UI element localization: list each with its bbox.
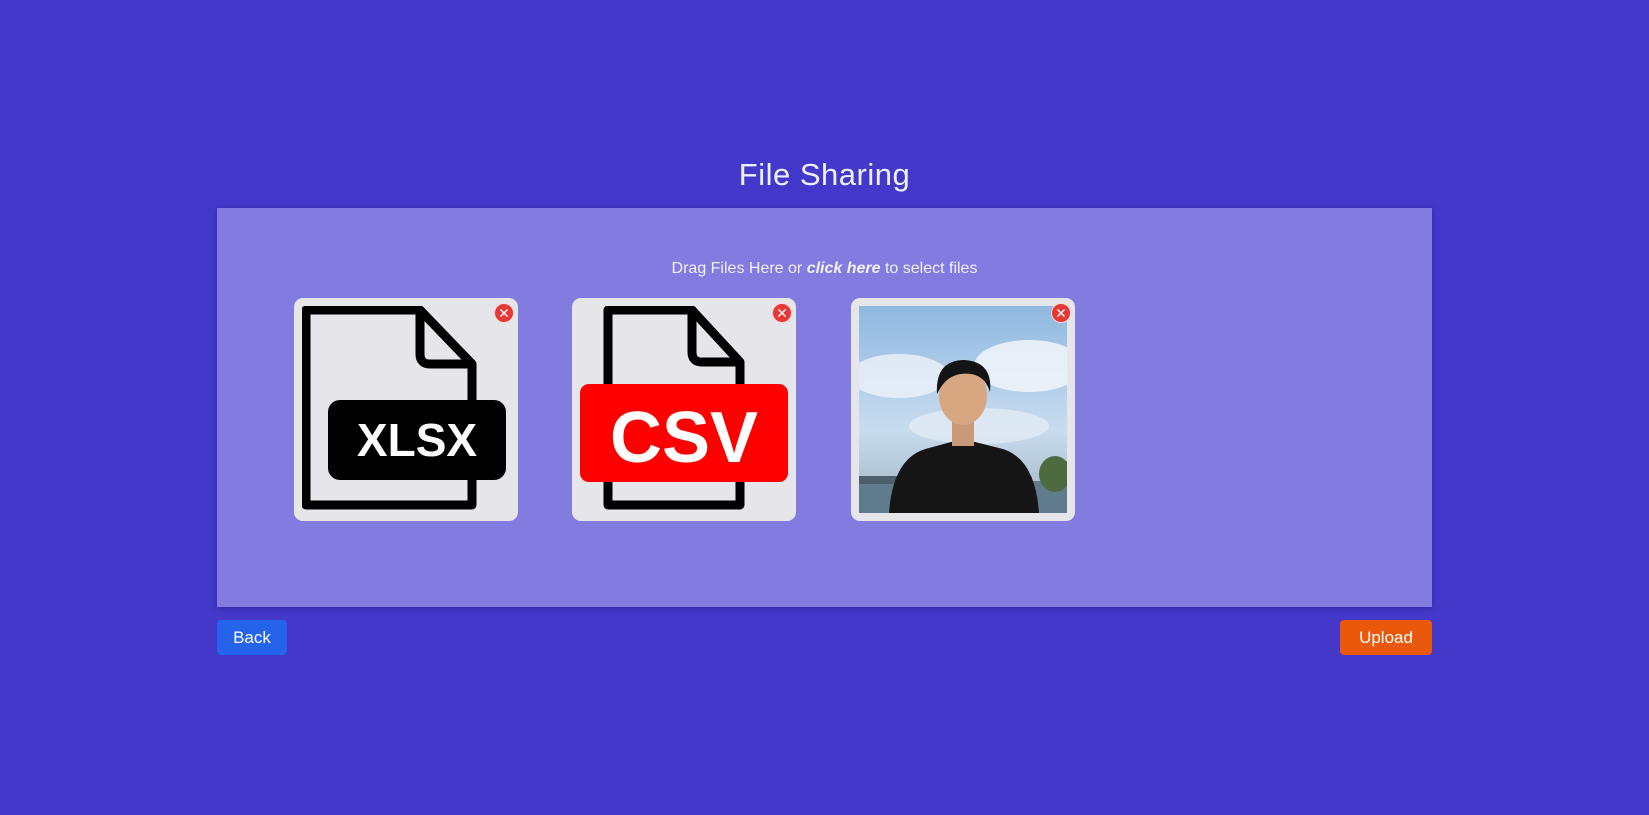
remove-file-button[interactable] [1051, 303, 1071, 323]
close-icon [500, 309, 508, 317]
click-here-link[interactable]: click here [807, 260, 881, 277]
close-icon [1057, 309, 1065, 317]
close-icon [778, 309, 786, 317]
file-card-csv[interactable]: CSV [572, 298, 796, 521]
csv-file-icon: CSV [580, 306, 788, 513]
remove-file-button[interactable] [772, 303, 792, 323]
upload-button[interactable]: Upload [1340, 620, 1432, 655]
drop-hint: Drag Files Here or click here to select … [217, 260, 1432, 278]
page-title: File Sharing [738, 157, 911, 192]
file-dropzone[interactable]: Drag Files Here or click here to select … [217, 208, 1432, 607]
photo-thumbnail [859, 306, 1067, 513]
xlsx-file-icon: XLSX [302, 306, 510, 513]
xlsx-type-label: XLSX [357, 414, 477, 466]
csv-type-label: CSV [610, 398, 758, 478]
file-card-photo[interactable] [851, 298, 1075, 521]
drop-hint-suffix: to select files [880, 260, 978, 277]
back-button[interactable]: Back [217, 620, 287, 655]
file-card-xlsx[interactable]: XLSX [294, 298, 518, 521]
drop-hint-prefix: Drag Files Here or [671, 260, 807, 277]
remove-file-button[interactable] [494, 303, 514, 323]
